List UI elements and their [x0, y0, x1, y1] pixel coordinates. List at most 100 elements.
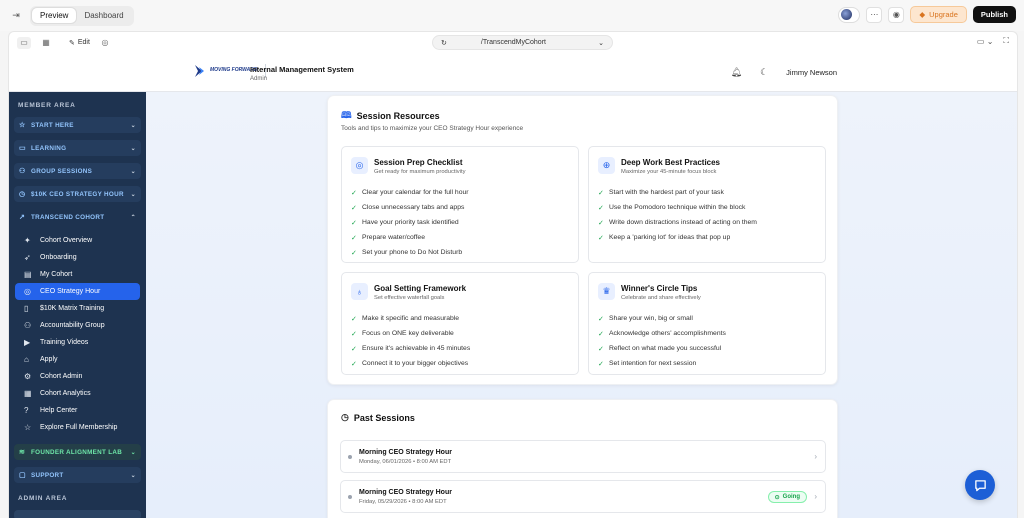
sidebar-item-label: $10K Matrix Training: [40, 305, 105, 312]
github-icon[interactable]: ◉: [888, 6, 905, 23]
list-item: ✓ Set intention for next session: [598, 360, 697, 368]
list-item: ✓ Make it specific and measurable: [351, 315, 460, 323]
admin-area-item[interactable]: [14, 510, 141, 518]
sidebar-group-transcend[interactable]: ↗ TRANSCEND COHORT ⌃: [14, 209, 141, 225]
grid-view-icon[interactable]: ▦: [39, 37, 53, 49]
tab-dashboard[interactable]: Dashboard: [76, 8, 131, 23]
chevron-down-icon: ⌄: [130, 191, 136, 198]
book-icon: ▭: [19, 145, 26, 152]
edit-button[interactable]: ✎ Edit: [69, 39, 90, 47]
chevron-down-icon: ⌄: [130, 168, 136, 175]
sidebar-item-label: Cohort Analytics: [40, 390, 91, 397]
monitor-icon[interactable]: ▭ ⌄: [977, 37, 993, 46]
sidebar-group-group-sessions[interactable]: ⚇ GROUP SESSIONS ⌄: [14, 163, 141, 179]
chevron-up-icon: ⌃: [130, 214, 136, 221]
fullscreen-icon[interactable]: ⛶: [1003, 36, 1009, 46]
help-icon: ?: [24, 406, 29, 415]
bell-icon[interactable]: 🔔︎: [731, 67, 742, 78]
checklist: ✓ Share your win, big or small ✓ Acknowled…: [598, 311, 726, 371]
check-icon: ✓: [351, 204, 357, 212]
sidebar-group-start-here[interactable]: ☆ START HERE ⌄: [14, 117, 141, 133]
status-badge: ⊙ Going: [767, 491, 807, 503]
resource-tile-winners-circle: ♛ Winner's Circle Tips Celebrate and sha…: [588, 272, 826, 375]
resource-tile-prep-checklist: ◎ Session Prep Checklist Get ready for m…: [341, 146, 579, 263]
group-label: SUPPORT: [31, 471, 64, 479]
section-title-text: Session Resources: [356, 111, 440, 121]
desktop-view-icon[interactable]: ▭: [17, 36, 31, 49]
gear-icon: ⚙: [24, 372, 32, 381]
member-area-heading: MEMBER AREA: [18, 102, 76, 109]
sidebar-item-training-videos[interactable]: ▶ Training Videos: [15, 334, 140, 351]
tile-subtitle: Celebrate and share effectively: [621, 295, 701, 301]
clock-icon: ◷: [19, 191, 26, 198]
sidebar-group-learning[interactable]: ▭ LEARNING ⌄: [14, 140, 141, 156]
url-path: /TranscendMyCohort: [480, 39, 546, 46]
list-item: ✓ Share your win, big or small: [598, 315, 693, 323]
checklist: ✓ Start with the hardest part of your tas…: [598, 185, 757, 245]
sidebar-group-ceo-hour[interactable]: ◷ $10K CEO STRATEGY HOUR ⌄: [14, 186, 141, 202]
tile-subtitle: Maximize your 45-minute focus block: [621, 169, 717, 175]
target-icon: ◎: [351, 157, 368, 174]
star-icon: ☆: [24, 423, 32, 432]
sidebar-group-founder-lab[interactable]: ≋ FOUNDER ALIGNMENT LAB ⌄: [14, 444, 141, 460]
session-row[interactable]: Morning CEO Strategy Hour Friday, 05/29/…: [340, 480, 826, 513]
check-icon: ✓: [351, 219, 357, 227]
checklist: ✓ Make it specific and measurable ✓ Focus …: [351, 311, 470, 371]
session-row[interactable]: Morning CEO Strategy Hour Monday, 06/01/…: [340, 440, 826, 473]
publish-button[interactable]: Publish: [972, 6, 1016, 23]
users-icon: ⚇: [19, 168, 26, 175]
refresh-icon[interactable]: ↻: [441, 39, 447, 47]
trophy-icon: ♛: [598, 283, 615, 300]
status-dot: [348, 455, 352, 459]
sidebar-item-label: My Cohort: [40, 271, 73, 278]
sidebar-item-onboarding[interactable]: ➶ Onboarding: [15, 249, 140, 266]
chevron-down-icon: ⌄: [130, 449, 136, 456]
collaborator-avatar[interactable]: [838, 6, 861, 23]
collapse-panel-icon[interactable]: ⇥: [8, 8, 24, 24]
brain-icon: ⊕: [598, 157, 615, 174]
sidebar-item-explore-membership[interactable]: ☆ Explore Full Membership: [15, 419, 140, 436]
section-title-text: Past Sessions: [353, 412, 415, 423]
chat-button[interactable]: [965, 470, 995, 500]
sidebar-group-support[interactable]: ▢ SUPPORT ⌄: [14, 467, 141, 483]
group-label: TRANSCEND COHORT: [31, 213, 105, 221]
sidebar-item-ceo-strategy-hour[interactable]: ◎ CEO Strategy Hour: [15, 283, 140, 300]
check-icon: ✓: [351, 234, 357, 242]
check-icon: ✓: [598, 234, 604, 242]
palette-icon[interactable]: ◎: [98, 37, 112, 49]
sidebar-item-cohort-analytics[interactable]: ▦ Cohort Analytics: [15, 385, 140, 402]
list-item: ✓ Clear your calendar for the full hour: [351, 189, 469, 197]
check-icon: ✓: [598, 330, 604, 338]
chevron-down-icon: ⌄: [130, 472, 136, 479]
app-header: MOVING FORWARD Internal Management Syste…: [9, 53, 1017, 92]
app-frame: MOVING FORWARD Internal Management Syste…: [8, 53, 1018, 518]
chat-icon: ▢: [19, 472, 26, 479]
chevron-down-icon: ⌄: [130, 145, 136, 152]
url-bar[interactable]: ↻ /TranscendMyCohort ⌄: [432, 35, 613, 50]
user-name[interactable]: Jimmy Newson: [786, 68, 837, 77]
check-icon: ✓: [351, 249, 357, 257]
sidebar-item-label: Explore Full Membership: [40, 424, 118, 431]
tile-title: Goal Setting Framework: [374, 284, 467, 293]
star-icon: ☆: [19, 122, 26, 129]
sidebar-item-cohort-admin[interactable]: ⚙ Cohort Admin: [15, 368, 140, 385]
upgrade-button[interactable]: ◆ Upgrade: [910, 6, 967, 23]
upgrade-label: Upgrade: [929, 10, 958, 19]
sidebar-item-my-cohort[interactable]: ▤ My Cohort: [15, 266, 140, 283]
tab-preview[interactable]: Preview: [32, 8, 77, 23]
moon-icon[interactable]: ☾: [760, 67, 768, 78]
sidebar-item-apply[interactable]: ⌂ Apply: [15, 351, 140, 368]
lightbulb-icon: ♁: [351, 283, 368, 300]
sidebar-item-help-center[interactable]: ? Help Center: [15, 402, 140, 419]
check-icon: ✓: [351, 360, 357, 368]
book-icon: ▯: [24, 304, 29, 313]
more-options-icon[interactable]: ⋯: [866, 6, 883, 23]
chevron-down-icon[interactable]: ⌄: [598, 39, 604, 47]
logo-mark-icon: [195, 65, 204, 77]
sidebar-item-cohort-overview[interactable]: ✦ Cohort Overview: [15, 232, 140, 249]
list-item: ✓ Write down distractions instead of acti…: [598, 219, 757, 227]
sidebar-item-matrix-training[interactable]: ▯ $10K Matrix Training: [15, 300, 140, 317]
check-icon: ✓: [598, 219, 604, 227]
sidebar-item-accountability-group[interactable]: ⚇ Accountability Group: [15, 317, 140, 334]
session-date: Friday, 05/29/2026 • 8:00 AM EDT: [359, 499, 447, 505]
